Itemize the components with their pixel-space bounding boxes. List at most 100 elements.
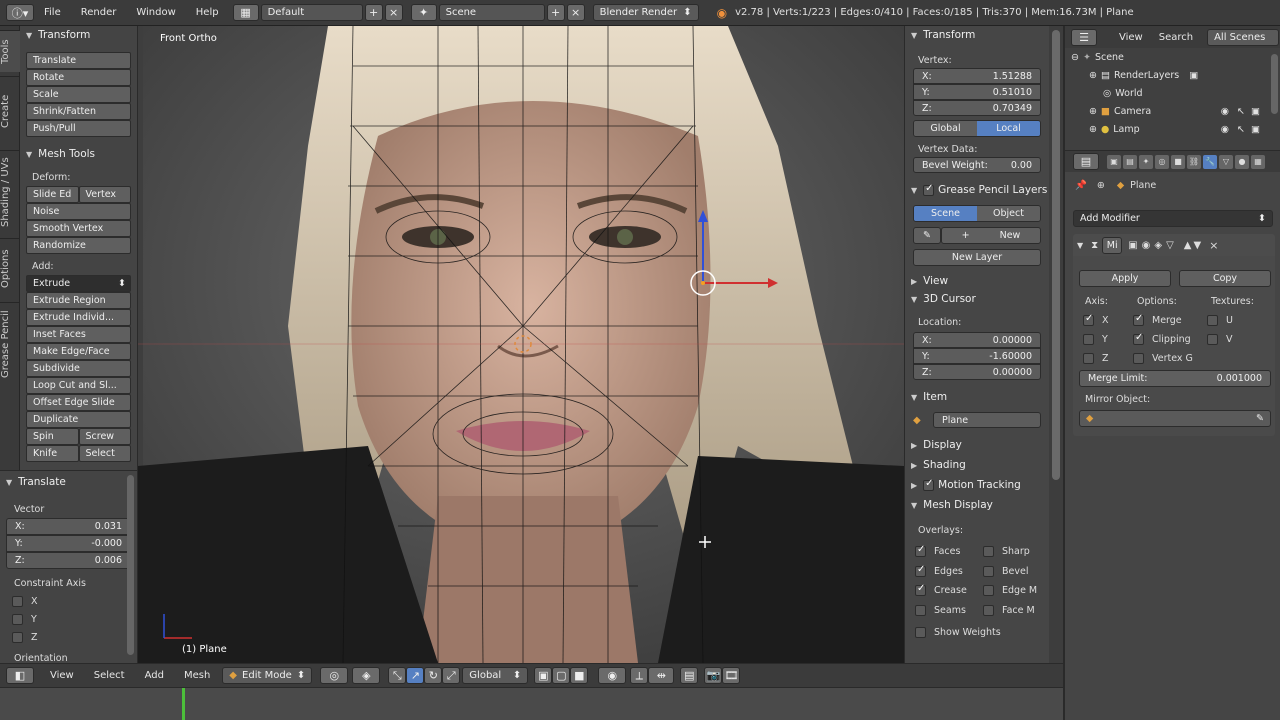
apply-button[interactable]: Apply [1079,270,1171,287]
object-tab-icon[interactable]: ■ [1171,154,1185,169]
outliner-item-camera[interactable]: ⊕ ■ Camera ◉ ↖ ▣ [1065,102,1280,120]
view-panel-header[interactable]: ▶ View [905,272,1049,290]
vertex-x-field[interactable]: X: 1.51288 [913,68,1041,84]
translate-button[interactable]: Translate [26,52,131,69]
operator-scrollbar[interactable] [127,475,134,655]
shading-panel-header[interactable]: ▶ Shading [905,456,1049,474]
scene-button[interactable]: Scene [914,206,977,221]
menu-view[interactable]: View [50,670,74,681]
scale-manipulator-icon[interactable]: ⤢ [442,667,461,684]
bevel-checkbox[interactable]: Bevel [983,562,1037,582]
cage-display-icon[interactable]: ▽ [1166,240,1174,251]
layout-field[interactable]: Default [260,4,363,21]
axis-z-checkbox[interactable]: Z [1071,349,1109,367]
outliner-scope-dropdown[interactable]: All Scenes [1207,28,1280,46]
pivot-point-icon[interactable]: ◈ [352,667,381,684]
render-engine-dropdown[interactable]: Blender Render ⬍ [592,4,699,21]
texture-tab-icon[interactable]: ▦ [1251,154,1265,169]
outliner-view-menu[interactable]: View [1119,32,1143,43]
outliner-item-renderlayers[interactable]: ⊕ ▤ RenderLayers ▣ [1065,66,1280,84]
tab-shading-uvs[interactable]: Shading / UVs [0,150,20,234]
cursor-z-field[interactable]: Z: 0.00000 [913,364,1041,380]
faces-checkbox[interactable]: Faces [915,542,983,562]
extrude-region-button[interactable]: Extrude Region [26,292,131,309]
mirror-object-field[interactable]: ◆ ✎ [1079,410,1271,427]
grease-pencil-header[interactable]: ▼ Grease Pencil Layers [905,181,1049,199]
constraint-z-checkbox[interactable]: Z [0,628,137,646]
crease-checkbox[interactable]: Crease [915,581,983,601]
vertex-groups-checkbox[interactable]: Vertex G [1121,349,1193,367]
render-animation-icon[interactable]: 🎞 [722,667,741,684]
snap-toggle-icon[interactable]: ⟂ [630,667,649,684]
data-tab-icon[interactable]: ▽ [1219,154,1233,169]
mode-dropdown[interactable]: ◆ Edit Mode ⬍ [222,667,313,684]
local-button[interactable]: Local [977,121,1040,136]
remove-scene-icon[interactable]: × [566,4,585,21]
cursor-y-field[interactable]: Y: -1.60000 [913,348,1041,364]
tab-create[interactable]: Create [0,76,20,146]
vertex-z-field[interactable]: Z: 0.70349 [913,100,1041,116]
menu-mesh[interactable]: Mesh [184,670,210,681]
transform-panel-header[interactable]: ▼ Transform [20,26,137,44]
extrude-dropdown[interactable]: Extrude ⬍ [26,275,131,292]
move-down-icon[interactable]: ▼ [1193,240,1201,251]
visibility-eye-icon[interactable]: ◉ [1221,106,1229,117]
render-display-icon[interactable]: ◈ [1154,240,1162,251]
3d-viewport[interactable]: Front Ortho (1) Plane [138,26,904,663]
manipulator-toggle-icon[interactable]: ⤡ [388,667,407,684]
constraint-y-checkbox[interactable]: Y [0,610,137,628]
loop-cut-button[interactable]: Loop Cut and Sl... [26,377,131,394]
snap-element-icon[interactable]: ⇹ [648,667,675,684]
pin-icon[interactable]: 📌 [1075,180,1087,191]
outliner-item-scene[interactable]: ⊖ ✦ Scene [1065,48,1280,66]
cursor-x-field[interactable]: X: 0.00000 [913,332,1041,348]
layout-icon[interactable]: ▦ [232,4,259,21]
rotate-manipulator-icon[interactable]: ↻ [424,667,443,684]
translate-operator-header[interactable]: ▼ Translate [0,473,137,491]
properties-editor-icon[interactable]: ▤ [1073,153,1099,170]
object-button[interactable]: Object [977,206,1040,221]
bevel-weight-field[interactable]: Bevel Weight: 0.00 [913,157,1041,173]
display-panel-header[interactable]: ▶ Display [905,436,1049,454]
slide-vertex-button[interactable]: Vertex [78,186,131,203]
menu-select[interactable]: Select [94,670,125,681]
render-layers-tab-icon[interactable]: ▤ [1123,154,1137,169]
properties-shelf-scrollbar[interactable] [1049,26,1063,663]
grease-pencil-checkbox[interactable] [923,183,935,196]
scene-tab-icon[interactable]: ✦ [1139,154,1153,169]
transform-orientation-dropdown[interactable]: Global ⬍ [462,667,529,684]
constraint-x-checkbox[interactable]: X [0,592,137,610]
mesh-tools-panel-header[interactable]: ▼ Mesh Tools [20,145,137,163]
merge-checkbox[interactable]: Merge [1121,311,1182,329]
visibility-eye-icon[interactable]: ◉ [1221,124,1229,135]
mesh-display-header[interactable]: ▼ Mesh Display [905,496,1049,514]
select-arrow-icon[interactable]: ↖ [1237,124,1245,135]
render-camera-icon[interactable]: ▣ [1251,124,1260,135]
inset-faces-button[interactable]: Inset Faces [26,326,131,343]
render-camera-icon[interactable]: ▣ [1251,106,1260,117]
screw-button[interactable]: Screw [78,428,131,445]
render-tab-icon[interactable]: ▣ [1107,154,1121,169]
add-modifier-dropdown[interactable]: Add Modifier ⬍ [1073,210,1273,227]
randomize-button[interactable]: Randomize [26,237,131,254]
vector-y-field[interactable]: Y: -0.000 [6,535,131,552]
remove-layout-icon[interactable]: × [384,4,403,21]
texture-u-checkbox[interactable]: U [1195,311,1233,329]
render-preview-icon[interactable]: 📷 [704,667,723,684]
world-tab-icon[interactable]: ◎ [1155,154,1169,169]
duplicate-button[interactable]: Duplicate [26,411,131,428]
offset-edge-slide-button[interactable]: Offset Edge Slide [26,394,131,411]
knife-button[interactable]: Knife [26,445,79,462]
outliner-item-world[interactable]: ◎ World [1065,84,1280,102]
constraints-tab-icon[interactable]: ⛓ [1187,154,1201,169]
extrude-individual-button[interactable]: Extrude Individ... [26,309,131,326]
face-marks-checkbox[interactable]: Face M [983,601,1037,621]
edge-marks-checkbox[interactable]: Edge M [983,581,1037,601]
menu-window[interactable]: Window [136,7,175,18]
rotate-button[interactable]: Rotate [26,69,131,86]
noise-button[interactable]: Noise [26,203,131,220]
outliner-item-lamp[interactable]: ⊕ ● Lamp ◉ ↖ ▣ [1065,120,1280,138]
current-frame-cursor[interactable] [182,688,185,720]
collapse-icon[interactable]: ▼ [1077,241,1083,250]
editmode-display-icon[interactable]: ▣ [1128,240,1137,251]
